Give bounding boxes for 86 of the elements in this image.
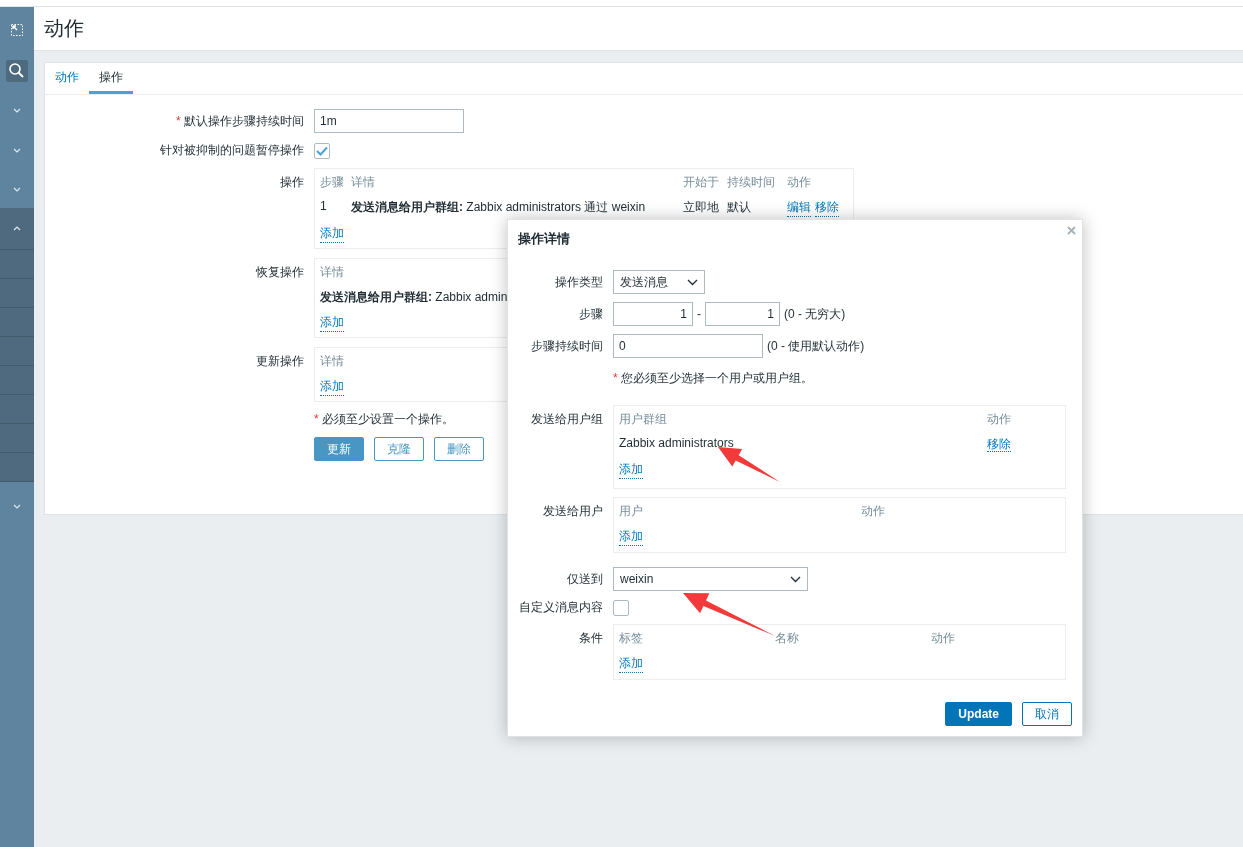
field-label: 自定义消息内容 — [518, 599, 603, 616]
column-header: 详情 — [320, 353, 345, 370]
sidebar-item[interactable] — [0, 337, 34, 366]
chevron-down-icon[interactable] — [13, 504, 21, 509]
dialog-button[interactable]: 取消 — [1022, 702, 1072, 726]
sidebar-item[interactable] — [0, 424, 34, 453]
close-icon[interactable] — [1067, 226, 1076, 235]
chevron-down-icon[interactable] — [13, 186, 21, 192]
dialog-title: 操作详情 — [518, 230, 571, 248]
sidebar-item[interactable] — [0, 453, 34, 482]
column-header: 用户群组 — [619, 411, 668, 428]
annotation-arrow — [718, 447, 780, 482]
required-marker: * — [314, 412, 319, 426]
field-label: 条件 — [578, 630, 603, 647]
dialog-button[interactable]: Update — [945, 702, 1012, 726]
table-cell-text: 默认 — [727, 199, 752, 216]
field-label: 发送给用户组 — [530, 411, 603, 428]
sidebar-item[interactable] — [0, 279, 34, 308]
form-button[interactable]: 删除 — [434, 437, 484, 461]
input-field[interactable]: 1 — [613, 302, 693, 326]
required-note: 您必须至少选择一个用户或用户组。 — [621, 371, 813, 385]
separator-text: - — [697, 307, 701, 321]
remove-link[interactable]: 移除 — [987, 437, 1011, 452]
column-header: 用户 — [619, 503, 644, 520]
column-header: 动作 — [787, 174, 812, 191]
field-label: 恢复操作 — [255, 264, 304, 281]
column-header: 动作 — [861, 503, 886, 520]
column-header: 步骤 — [320, 174, 345, 191]
caret-icon — [790, 575, 801, 583]
search-icon[interactable] — [6, 60, 28, 82]
operation-type-select[interactable]: 发送消息 — [613, 270, 705, 294]
input-field[interactable]: 1m — [314, 109, 464, 133]
add-link[interactable]: 添加 — [619, 655, 643, 673]
input-field[interactable]: 0 — [613, 334, 763, 358]
field-label: 更新操作 — [255, 353, 304, 370]
field-label: 发送给用户 — [542, 503, 603, 520]
column-header: 名称 — [775, 630, 800, 647]
field-label: 操作类型 — [554, 273, 603, 291]
hint-text: (0 - 使用默认动作) — [767, 337, 865, 355]
column-header: 标签 — [619, 630, 644, 647]
required-marker: * — [613, 371, 618, 385]
add-link[interactable]: 添加 — [619, 461, 643, 479]
field-label: 步骤持续时间 — [530, 337, 603, 355]
chevron-down-icon[interactable] — [13, 107, 21, 113]
sidebar-item[interactable] — [0, 395, 34, 424]
table-cell-text: Zabbix administrators — [619, 436, 735, 452]
hint-text: (0 - 无穷大) — [784, 305, 846, 323]
collapse-icon[interactable] — [11, 23, 23, 36]
sidebar-item[interactable] — [0, 250, 34, 279]
column-header: 动作 — [987, 411, 1012, 428]
sidebar-item[interactable] — [0, 366, 34, 395]
table-cell-text: 发送消息给用户群组: Zabbix administrators 通过 weixin — [351, 199, 647, 216]
column-header: 详情 — [320, 264, 345, 281]
tab[interactable]: 操作 — [89, 63, 133, 94]
field-label: 操作 — [279, 174, 304, 191]
field-label: 步骤 — [578, 305, 603, 323]
table-cell-text: 立即地 — [683, 199, 720, 216]
required-marker: * — [176, 113, 181, 128]
column-header: 动作 — [931, 630, 956, 647]
sidebar-item[interactable] — [0, 308, 34, 337]
column-header: 开始于 — [683, 174, 720, 191]
checkbox[interactable] — [314, 142, 330, 159]
page-title: 动作 — [44, 16, 84, 41]
field-label: 针对被抑制的问题暂停操作 — [159, 142, 304, 159]
add-link[interactable]: 添加 — [320, 314, 344, 332]
input-field[interactable]: 1 — [705, 302, 780, 326]
chevron-up-icon[interactable] — [13, 226, 21, 231]
action-link[interactable]: 编辑 — [787, 199, 811, 217]
column-header: 持续时间 — [727, 174, 776, 191]
table-cell-text: 发送消息给用户群组: Zabbix admin — [320, 289, 509, 306]
field-label: 默认操作步骤持续时间 — [184, 113, 304, 128]
required-note: 必须至少设置一个操作。 — [322, 412, 454, 426]
checkbox[interactable] — [613, 599, 629, 616]
table-cell-text: 1 — [320, 199, 328, 215]
chevron-down-icon[interactable] — [13, 147, 21, 153]
add-link[interactable]: 添加 — [320, 225, 344, 243]
form-button[interactable]: 更新 — [314, 437, 364, 461]
media-select[interactable]: weixin — [613, 567, 808, 591]
tab[interactable]: 动作 — [45, 63, 89, 94]
caret-icon — [687, 278, 698, 286]
action-link[interactable]: 移除 — [815, 199, 839, 217]
form-button[interactable]: 克隆 — [374, 437, 424, 461]
add-link[interactable]: 添加 — [619, 528, 643, 546]
field-label: 仅送到 — [566, 570, 603, 588]
column-header: 详情 — [351, 174, 376, 191]
add-link[interactable]: 添加 — [320, 378, 344, 396]
